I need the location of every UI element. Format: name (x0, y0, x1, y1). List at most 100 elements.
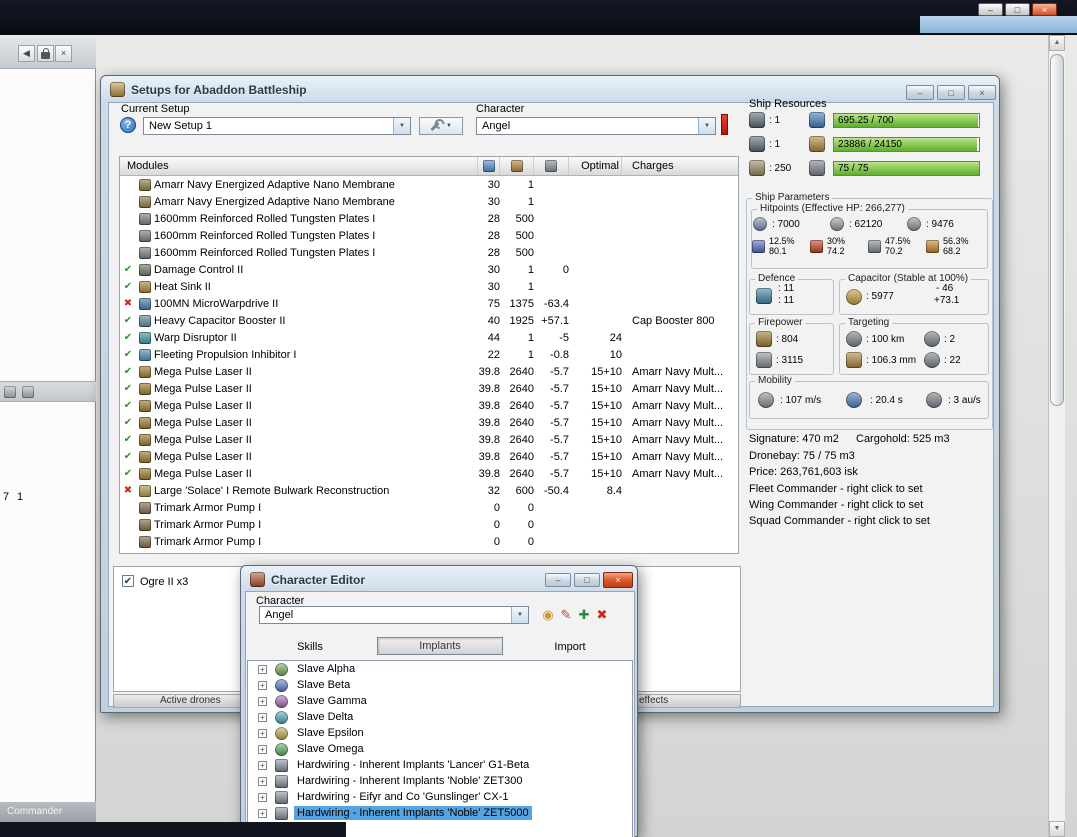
squad-commander-setter[interactable]: Squad Commander - right click to set (749, 515, 930, 527)
scroll-down-button[interactable]: ▼ (1049, 821, 1065, 837)
implant-tree-item[interactable]: + Hardwiring - Inherent Implants 'Noble'… (248, 805, 632, 821)
implant-name[interactable]: Hardwiring - Eifyr and Co 'Gunslinger' C… (294, 790, 511, 804)
character-action-icon[interactable]: ◉ (539, 606, 557, 624)
module-row[interactable]: Trimark Armor Pump I 0 0 (120, 499, 738, 516)
tree-expander-icon[interactable]: + (258, 760, 267, 770)
implant-tree-item[interactable]: + Slave Epsilon (248, 725, 632, 741)
module-row[interactable]: ✔ Heavy Capacitor Booster II 40 1925 +57… (120, 312, 738, 329)
character-action-icon[interactable]: ✚ (575, 606, 593, 624)
implant-tree-item[interactable]: + Slave Omega (248, 741, 632, 757)
cpu-column-header[interactable] (478, 157, 500, 175)
implant-tree-item[interactable]: + Slave Gamma (248, 693, 632, 709)
editor-character-select[interactable]: Angel ▼ (259, 606, 529, 624)
modules-column-header[interactable]: Modules (120, 157, 478, 175)
module-row[interactable]: 1600mm Reinforced Rolled Tungsten Plates… (120, 244, 738, 261)
module-row[interactable]: Trimark Armor Pump I 0 0 (120, 516, 738, 533)
module-row[interactable]: ✔ Mega Pulse Laser II 39.8 2640 -5.7 15+… (120, 414, 738, 431)
active-drones-label[interactable]: Active drones (160, 695, 221, 706)
module-status-icon[interactable]: ✔ (120, 281, 136, 292)
implant-name[interactable]: Hardwiring - Inherent Implants 'Noble' Z… (294, 774, 526, 788)
charges-column-header[interactable]: Charges (622, 157, 738, 175)
implant-name[interactable]: Slave Alpha (294, 662, 358, 676)
module-row[interactable]: ✔ Mega Pulse Laser II 39.8 2640 -5.7 15+… (120, 465, 738, 482)
module-row[interactable]: Amarr Navy Energized Adaptive Nano Membr… (120, 176, 738, 193)
drone-checkbox[interactable]: ✔ (122, 575, 134, 587)
capacitor-column-header[interactable] (534, 157, 569, 175)
module-status-icon[interactable]: ✔ (120, 332, 136, 343)
fleet-commander-setter[interactable]: Fleet Commander - right click to set (749, 483, 923, 495)
implant-name[interactable]: Hardwiring - Inherent Implants 'Noble' Z… (294, 806, 532, 820)
tree-expander-icon[interactable]: + (258, 728, 267, 738)
implant-tree-item[interactable]: + Hardwiring - Inherent Implants 'Noble'… (248, 773, 632, 789)
module-status-icon[interactable]: ✔ (120, 315, 136, 326)
tree-expander-icon[interactable]: + (258, 792, 267, 802)
implant-name[interactable]: Slave Gamma (294, 694, 370, 708)
implant-tree-item[interactable]: + Hardwiring - Eifyr and Co 'Gunslinger'… (248, 789, 632, 805)
back-button[interactable]: ◀ (18, 45, 35, 62)
optimal-column-header[interactable]: Optimal (569, 157, 622, 175)
implant-name[interactable]: Slave Beta (294, 678, 353, 692)
module-status-icon[interactable]: ✔ (120, 349, 136, 360)
character-action-icon[interactable]: ✖ (593, 606, 611, 624)
implant-name[interactable]: Hardwiring - Inherent Implants 'Lancer' … (294, 758, 532, 772)
editor-close-button[interactable]: × (603, 572, 633, 588)
implant-tree-item[interactable]: + Slave Delta (248, 709, 632, 725)
module-row[interactable]: ✖ 100MN MicroWarpdrive II 75 1375 -63.4 (120, 295, 738, 312)
character-select[interactable]: Angel ▼ (476, 117, 716, 135)
editor-maximize-button[interactable]: □ (574, 573, 600, 587)
tree-expander-icon[interactable]: + (258, 776, 267, 786)
panel-tab-icon[interactable] (4, 386, 16, 398)
setup-close-button[interactable]: × (968, 85, 996, 100)
chevron-down-icon[interactable]: ▼ (511, 607, 528, 623)
setup-tools-button[interactable]: ▼ (419, 117, 463, 135)
left-close-button[interactable]: × (55, 45, 72, 62)
chevron-down-icon[interactable]: ▼ (393, 118, 410, 134)
scroll-up-button[interactable]: ▲ (1049, 35, 1065, 51)
module-status-icon[interactable]: ✔ (120, 400, 136, 411)
module-row[interactable]: Trimark Armor Pump I 0 0 (120, 533, 738, 550)
module-row[interactable]: 1600mm Reinforced Rolled Tungsten Plates… (120, 227, 738, 244)
module-status-icon[interactable]: ✔ (120, 366, 136, 377)
editor-minimize-button[interactable]: – (545, 573, 571, 587)
minimize-button[interactable]: – (978, 3, 1003, 16)
module-status-icon[interactable]: ✖ (120, 298, 136, 309)
implant-name[interactable]: Slave Epsilon (294, 726, 367, 740)
implant-name[interactable]: Slave Delta (294, 710, 356, 724)
powergrid-column-header[interactable] (500, 157, 534, 175)
module-row[interactable]: ✖ Large 'Solace' I Remote Bulwark Recons… (120, 482, 738, 499)
help-icon[interactable]: ? (120, 117, 136, 133)
implant-tree-item[interactable]: + Slave Alpha (248, 661, 632, 677)
tab-skills[interactable]: Skills (247, 638, 373, 655)
setup-select[interactable]: New Setup 1 ▼ (143, 117, 411, 135)
module-status-icon[interactable]: ✔ (120, 451, 136, 462)
implant-name[interactable]: Slave Omega (294, 742, 367, 756)
drone-item-label[interactable]: Ogre II x3 (140, 576, 188, 588)
module-row[interactable]: ✔ Mega Pulse Laser II 39.8 2640 -5.7 15+… (120, 380, 738, 397)
character-action-icon[interactable]: ✎ (557, 606, 575, 624)
tree-expander-icon[interactable]: + (258, 680, 267, 690)
module-row[interactable]: Amarr Navy Energized Adaptive Nano Membr… (120, 193, 738, 210)
module-row[interactable]: ✔ Mega Pulse Laser II 39.8 2640 -5.7 15+… (120, 363, 738, 380)
setup-maximize-button[interactable]: □ (937, 85, 965, 100)
vertical-scrollbar[interactable]: ▲ ▼ (1048, 35, 1065, 837)
scrollbar-thumb[interactable] (1050, 54, 1064, 406)
tree-expander-icon[interactable]: + (258, 744, 267, 754)
implant-tree-item[interactable]: + Hardwiring - Inherent Implants 'Lancer… (248, 757, 632, 773)
effects-label[interactable]: effects (639, 695, 668, 706)
wing-commander-setter[interactable]: Wing Commander - right click to set (749, 499, 923, 511)
tree-expander-icon[interactable]: + (258, 664, 267, 674)
module-status-icon[interactable]: ✔ (120, 264, 136, 275)
module-row[interactable]: ✔ Mega Pulse Laser II 39.8 2640 -5.7 15+… (120, 431, 738, 448)
chevron-down-icon[interactable]: ▼ (698, 118, 715, 134)
module-row[interactable]: ✔ Warp Disruptor II 44 1 -5 24 (120, 329, 738, 346)
module-status-icon[interactable]: ✔ (120, 417, 136, 428)
module-row[interactable]: ✔ Heat Sink II 30 1 (120, 278, 738, 295)
module-status-icon[interactable]: ✖ (120, 485, 136, 496)
maximize-button[interactable]: □ (1005, 3, 1030, 16)
panel-tab-icon[interactable] (22, 386, 34, 398)
tree-expander-icon[interactable]: + (258, 808, 267, 818)
module-status-icon[interactable]: ✔ (120, 434, 136, 445)
module-row[interactable]: ✔ Mega Pulse Laser II 39.8 2640 -5.7 15+… (120, 448, 738, 465)
module-row[interactable]: ✔ Mega Pulse Laser II 39.8 2640 -5.7 15+… (120, 397, 738, 414)
tree-expander-icon[interactable]: + (258, 712, 267, 722)
